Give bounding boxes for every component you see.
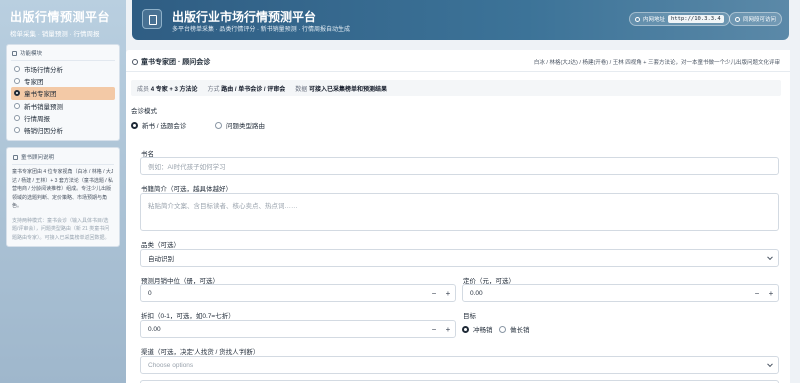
book-title-input[interactable]: 例如：AI时代孩子如何学习 bbox=[140, 157, 779, 175]
panel-header: 童书专家团 · 顾问会诊 白冰 / 林格(大J达) / 杨建(开卷) / 王林 … bbox=[126, 50, 790, 72]
address-label: 内网地址 bbox=[643, 17, 666, 23]
summary-key: 数据 bbox=[295, 86, 308, 93]
access-chip: 同网段可访问 bbox=[729, 12, 783, 26]
summary-bar: 成员 4 专家 + 3 方法论 方式 路由 / 单书会诊 / 评审会 数据 可接… bbox=[131, 80, 781, 96]
monthly-sales-stepper[interactable]: 0 − + bbox=[140, 284, 456, 302]
app-title: 出版行情预测平台 bbox=[10, 10, 111, 24]
summary-key: 成员 bbox=[137, 86, 150, 93]
summary-key: 方式 bbox=[207, 86, 220, 93]
access-label: 同网段可访问 bbox=[743, 17, 777, 23]
radio-icon bbox=[131, 121, 138, 129]
goal-option-bestseller[interactable]: 冲畅销 bbox=[462, 324, 493, 334]
page-title: 出版行业市场行情预测平台 bbox=[172, 10, 317, 24]
goal-label: 目标 bbox=[463, 313, 476, 320]
plus-icon[interactable]: + bbox=[441, 285, 455, 301]
category-select[interactable]: 自动识别 bbox=[140, 249, 779, 267]
address-value: http://10.3.3.4 bbox=[668, 15, 724, 23]
address-chip: 内网地址 http://10.3.3.4 bbox=[629, 12, 730, 26]
channel-multiselect[interactable]: Choose options bbox=[140, 356, 779, 374]
minus-icon[interactable]: − bbox=[750, 285, 764, 301]
page-header: 出版行业市场行情预测平台 多平台榜单采集 · 品类行情评分 · 新书销量预测 ·… bbox=[132, 0, 789, 40]
mode-option-label: 问题类型路由 bbox=[226, 123, 265, 130]
info-text-secondary: 支持两种模式：童书会诊（输入具体书目/选题/评审会），问题类型路由（新 21 类… bbox=[12, 217, 110, 241]
nav-header-label: 功能模块 bbox=[20, 51, 43, 57]
monthly-value: 0 bbox=[148, 289, 152, 297]
discount-stepper[interactable]: 0.00 − + bbox=[140, 320, 456, 338]
radio-icon bbox=[462, 325, 469, 333]
nav-card: 功能模块 市场行情分析 专家团 童书专家团 新书销量预测 行情周报 畅销归因分析 bbox=[6, 44, 120, 142]
panel-title: 童书专家团 · 顾问会诊 bbox=[132, 57, 210, 67]
sidebar-item-label: 畅销归因分析 bbox=[24, 128, 63, 136]
category-label: 品类（可选） bbox=[141, 242, 180, 249]
price-stepper[interactable]: 0.00 − + bbox=[462, 284, 779, 302]
radio-icon bbox=[14, 127, 20, 134]
nav-header: 功能模块 bbox=[11, 48, 115, 61]
panel-description: 白冰 / 林格(大J达) / 杨建(开卷) / 王林 四视角 + 三套方法论，对… bbox=[533, 60, 780, 66]
minus-icon[interactable]: − bbox=[427, 321, 441, 337]
sidebar-item-label: 市场行情分析 bbox=[24, 67, 63, 75]
goal-option-longseller[interactable]: 做长销 bbox=[499, 324, 530, 334]
mode-option-label: 新书 / 选题会诊 bbox=[142, 123, 187, 130]
goal-option-label: 做长销 bbox=[510, 327, 530, 334]
panel-title-text: 童书专家团 · 顾问会诊 bbox=[141, 59, 211, 66]
category-value: 自动识别 bbox=[148, 256, 174, 263]
book-icon bbox=[13, 154, 18, 160]
plus-icon[interactable]: + bbox=[441, 321, 455, 337]
radio-icon bbox=[14, 114, 20, 121]
document-icon bbox=[149, 15, 157, 25]
radio-icon bbox=[14, 102, 20, 109]
sidebar-item-attribution[interactable]: 畅销归因分析 bbox=[11, 124, 115, 136]
sidebar-item-experts[interactable]: 专家团 bbox=[11, 75, 115, 87]
radio-icon bbox=[14, 78, 20, 85]
mode-option-route[interactable]: 问题类型路由 bbox=[215, 120, 265, 130]
app-subtitle: 榜单采集 · 销量预测 · 行情周报 bbox=[10, 31, 100, 38]
sidebar-item-label: 专家团 bbox=[24, 79, 44, 87]
page-subtitle: 多平台榜单采集 · 品类行情评分 · 新书销量预测 · 行情周报自动生成 bbox=[172, 27, 350, 33]
book-intro-textarea[interactable]: 粘贴简介文案、含目标读者、核心卖点、热点词…… bbox=[140, 193, 779, 231]
sidebar-item-market[interactable]: 市场行情分析 bbox=[11, 63, 115, 75]
intro-label: 书籍简介（可选，越具体越好） bbox=[141, 186, 232, 193]
chevron-down-icon bbox=[767, 361, 773, 368]
summary-value: 4 专家 + 3 方法论 bbox=[150, 86, 198, 93]
info-card: 童书顾问说明 童书专家团由 4 位专家视角（白冰 / 林格 / 大J 达 / 杨… bbox=[6, 147, 120, 248]
info-header: 童书顾问说明 bbox=[12, 152, 114, 166]
price-value: 0.00 bbox=[470, 289, 483, 297]
summary-value: 可接入已采集榜单和预测结果 bbox=[308, 86, 387, 93]
mode-label: 会诊模式 bbox=[131, 108, 157, 115]
info-text: 童书专家团由 4 位专家视角（白冰 / 林格 / 大J 达 / 杨建 / 王林）… bbox=[12, 169, 114, 210]
sidebar-item-label: 童书专家团 bbox=[24, 91, 57, 99]
radio-icon bbox=[499, 325, 506, 333]
plus-icon[interactable]: + bbox=[764, 285, 778, 301]
sidebar: 出版行情预测平台 榜单采集 · 销量预测 · 行情周报 功能模块 市场行情分析 … bbox=[0, 0, 126, 383]
info-header-label: 童书顾问说明 bbox=[21, 155, 55, 162]
mode-option-new[interactable]: 新书 / 选题会诊 bbox=[131, 120, 186, 130]
radio-icon bbox=[215, 121, 222, 129]
radio-icon bbox=[14, 90, 20, 97]
logo bbox=[142, 9, 162, 29]
summary-value: 路由 / 单书会诊 / 评审会 bbox=[221, 86, 286, 93]
sidebar-item-weekly[interactable]: 行情周报 bbox=[11, 112, 115, 124]
main-panel: 童书专家团 · 顾问会诊 白冰 / 林格(大J达) / 杨建(开卷) / 王林 … bbox=[126, 50, 790, 383]
minus-icon[interactable]: − bbox=[427, 285, 441, 301]
channel-placeholder: Choose options bbox=[148, 361, 194, 369]
channel-label: 渠道（可选，决定'人找货 / 货找人'判断） bbox=[141, 349, 260, 356]
discount-value: 0.00 bbox=[148, 325, 161, 333]
discount-label: 折扣（0-1，可选，如0.7=七折） bbox=[141, 313, 235, 320]
goal-option-label: 冲畅销 bbox=[473, 327, 493, 334]
sidebar-item-children-experts[interactable]: 童书专家团 bbox=[11, 87, 115, 100]
user-icon bbox=[132, 59, 138, 65]
radio-icon bbox=[14, 66, 20, 73]
grid-icon bbox=[12, 50, 17, 56]
sidebar-item-forecast[interactable]: 新书销量预测 bbox=[11, 100, 115, 112]
sidebar-item-label: 行情周报 bbox=[24, 115, 50, 123]
chevron-down-icon bbox=[767, 254, 773, 261]
network-icon bbox=[735, 16, 740, 22]
globe-icon bbox=[635, 16, 640, 22]
sidebar-item-label: 新书销量预测 bbox=[24, 103, 63, 111]
